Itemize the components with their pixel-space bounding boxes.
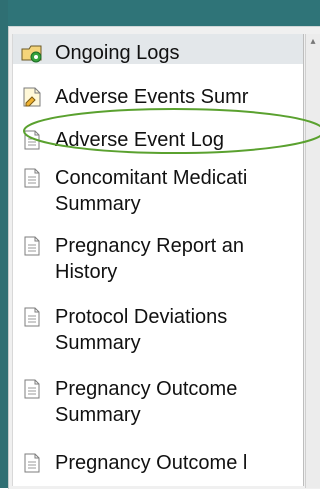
vertical-scrollbar[interactable]: ▴ [305, 34, 320, 488]
document-icon [21, 167, 43, 189]
sidebar-item-label: Pregnancy Outcome Summary [55, 378, 238, 426]
document-icon [21, 235, 43, 257]
list-item[interactable]: Pregnancy Report an History [13, 233, 303, 285]
list-item[interactable]: Ongoing Logs [13, 40, 303, 66]
scroll-up-icon[interactable]: ▴ [306, 34, 320, 50]
list-item[interactable]: Adverse Events Sumr [13, 84, 303, 110]
report-list: Ongoing Logs Adverse Events Sumr Adverse… [12, 34, 304, 486]
document-icon [21, 378, 43, 400]
sidebar-item-label: Protocol Deviations Summary [55, 306, 228, 354]
document-icon [21, 129, 43, 151]
report-icon [21, 86, 43, 108]
sidebar-item-label: Ongoing Logs [55, 42, 180, 64]
sidebar-item-label: Concomitant Medicati Summary [55, 167, 248, 215]
ongoing-logs-icon [21, 42, 43, 64]
list-item[interactable]: Pregnancy Outcome Summary [13, 376, 303, 428]
sidebar-item-label: Pregnancy Outcome l [55, 452, 248, 474]
list-item[interactable]: Concomitant Medicati Summary [13, 165, 303, 217]
window-header [0, 0, 320, 26]
sidebar-item-label: Adverse Event Log [55, 129, 224, 151]
document-icon [21, 306, 43, 328]
left-rail [0, 0, 8, 488]
list-item[interactable]: Adverse Event Log [13, 127, 303, 153]
document-icon [21, 452, 43, 474]
list-item[interactable]: Protocol Deviations Summary [13, 304, 303, 356]
sidebar-item-label: Adverse Events Sumr [55, 86, 249, 108]
sidebar-item-label: Pregnancy Report an History [55, 235, 245, 283]
list-item[interactable]: Pregnancy Outcome l [13, 450, 303, 476]
